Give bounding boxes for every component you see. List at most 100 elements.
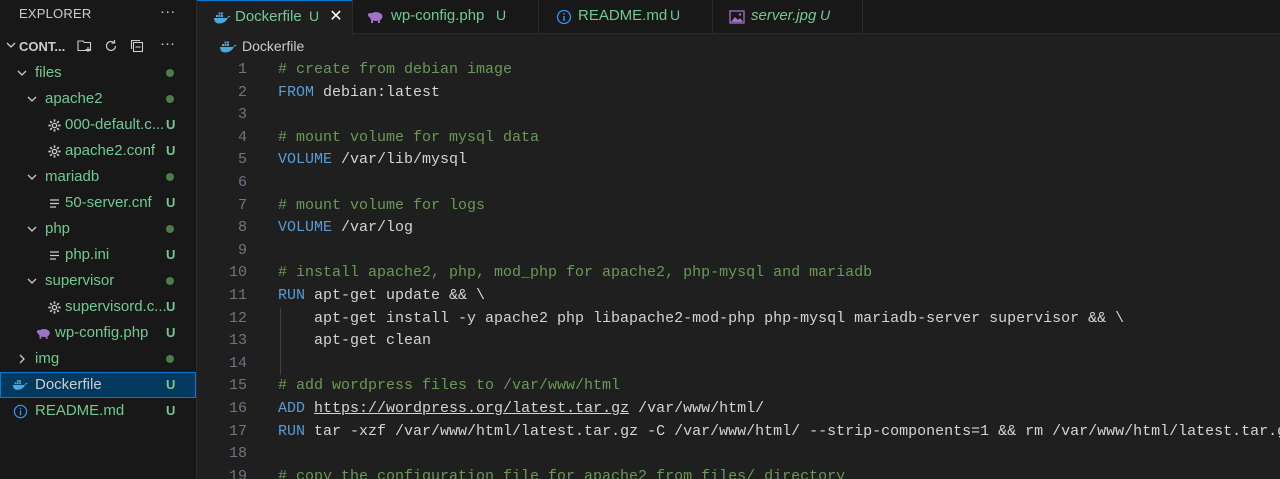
image-icon bbox=[728, 8, 746, 26]
code-text: # mount volume for mysql data bbox=[278, 129, 539, 146]
tab-status-badge: U bbox=[496, 7, 507, 23]
line-number: 16 bbox=[228, 400, 247, 417]
code-line[interactable]: 3 bbox=[197, 104, 1280, 127]
code-comment: # mount volume for mysql data bbox=[278, 128, 540, 146]
code-text: VOLUME /var/lib/mysql bbox=[278, 151, 467, 168]
breadcrumb-file[interactable]: Dockerfile bbox=[242, 38, 304, 54]
untracked-badge: U bbox=[166, 325, 176, 340]
tree-item-label: supervisor bbox=[45, 272, 115, 289]
untracked-badge: U bbox=[166, 403, 176, 418]
section-more-icon[interactable]: ··· bbox=[160, 35, 175, 52]
tab-wp-config[interactable]: wp-config.php U bbox=[353, 0, 539, 34]
code-line[interactable]: 12 apt-get install -y apache2 php libapa… bbox=[197, 308, 1280, 331]
workspace-title: CONT... bbox=[19, 39, 66, 54]
tree-item[interactable]: apache2 bbox=[0, 86, 196, 112]
line-number: 7 bbox=[237, 196, 247, 214]
line-number: 1 bbox=[237, 61, 247, 78]
code-line[interactable]: 18 bbox=[197, 443, 1280, 466]
code-text: RUN tar -xzf /var/www/html/latest.tar.gz… bbox=[278, 423, 1280, 440]
breadcrumb: Dockerfile bbox=[197, 35, 1280, 59]
code-text: ADD https://wordpress.org/latest.tar.gz … bbox=[278, 400, 764, 417]
tree-item[interactable]: wp-config.php U bbox=[0, 320, 196, 346]
code-line[interactable]: 16 ADD https://wordpress.org/latest.tar.g… bbox=[197, 398, 1280, 421]
code-token: apt-get clean bbox=[278, 332, 432, 350]
code-keyword: FROM bbox=[278, 83, 315, 101]
untracked-badge: U bbox=[166, 143, 176, 158]
code-token: apt-get install -y apache2 php libapache… bbox=[278, 309, 1125, 327]
tree-item[interactable]: README.md U bbox=[0, 398, 196, 424]
code-line[interactable]: 5 VOLUME /var/lib/mysql bbox=[197, 149, 1280, 172]
change-indicator-dot bbox=[166, 95, 174, 103]
change-indicator-dot bbox=[166, 225, 174, 233]
code-line[interactable]: 8 VOLUME /var/log bbox=[197, 217, 1280, 240]
code-text: # install apache2, php, mod_php for apac… bbox=[278, 264, 872, 281]
refresh-icon[interactable] bbox=[101, 37, 120, 55]
php-icon bbox=[367, 8, 385, 26]
code-line[interactable]: 9 bbox=[197, 240, 1280, 263]
code-line[interactable]: 11 RUN apt-get update && \ bbox=[197, 285, 1280, 308]
tree-item[interactable]: 000-default.c... U bbox=[0, 112, 196, 138]
close-icon[interactable]: ✕ bbox=[327, 7, 345, 25]
tree-item[interactable]: Dockerfile U bbox=[0, 372, 196, 398]
code-line[interactable]: 7 # mount volume for logs bbox=[197, 195, 1280, 218]
tab-status-badge: U bbox=[820, 7, 831, 23]
code-line[interactable]: 6 bbox=[197, 172, 1280, 195]
code-line[interactable]: 1 # create from debian image bbox=[197, 59, 1280, 82]
code-keyword: VOLUME bbox=[278, 219, 333, 237]
code-text: RUN apt-get update && \ bbox=[278, 287, 485, 304]
tab-readme[interactable]: README.md U bbox=[539, 0, 713, 34]
tree-item-label: README.md bbox=[35, 402, 125, 419]
code-text: # create from debian image bbox=[278, 61, 512, 78]
text-file-icon bbox=[46, 247, 62, 263]
tree-item[interactable]: files bbox=[0, 60, 196, 86]
new-file-icon[interactable] bbox=[75, 37, 94, 55]
tree-item[interactable]: apache2.conf U bbox=[0, 138, 196, 164]
collapse-all-icon[interactable] bbox=[127, 37, 146, 55]
code-line[interactable]: 14 bbox=[197, 353, 1280, 376]
change-indicator-dot bbox=[166, 69, 174, 77]
code-line[interactable]: 17 RUN tar -xzf /var/www/html/latest.tar.… bbox=[197, 421, 1280, 444]
line-number: 11 bbox=[228, 287, 247, 304]
line-number: 3 bbox=[237, 106, 247, 124]
editor-tabs: Dockerfile U ✕ wp-config.php U README.md… bbox=[197, 0, 1280, 35]
code-line[interactable]: 13 apt-get clean bbox=[197, 330, 1280, 353]
code-line[interactable]: 10 # install apache2, php, mod_php for ap… bbox=[197, 262, 1280, 285]
code-link[interactable]: https://wordpress.org/latest.tar.gz bbox=[314, 400, 629, 417]
more-actions-icon[interactable]: ··· bbox=[160, 3, 176, 20]
code-line[interactable]: 2 FROM debian:latest bbox=[197, 82, 1280, 105]
code-keyword: VOLUME bbox=[278, 151, 333, 169]
tree-item[interactable]: php.ini U bbox=[0, 242, 196, 268]
tab-server-jpg[interactable]: server.jpg U bbox=[713, 0, 863, 34]
code-line[interactable]: 19 # copy the configuration file for apac… bbox=[197, 466, 1280, 479]
code-line[interactable]: 15 # add wordpress files to /var/www/html bbox=[197, 375, 1280, 398]
line-number: 5 bbox=[237, 151, 247, 169]
tab-label: server.jpg bbox=[751, 7, 817, 24]
change-indicator-dot bbox=[166, 355, 174, 363]
workspace-section-header[interactable]: CONT... ··· bbox=[0, 34, 196, 58]
line-number: 14 bbox=[228, 354, 247, 372]
line-number: 2 bbox=[237, 83, 247, 101]
line-number: 12 bbox=[228, 309, 247, 327]
tree-item[interactable]: mariadb bbox=[0, 164, 196, 190]
tree-item[interactable]: img bbox=[0, 346, 196, 372]
tree-item[interactable]: supervisord.c... U bbox=[0, 294, 196, 320]
code-keyword: RUN bbox=[278, 287, 306, 304]
tree-item[interactable]: php bbox=[0, 216, 196, 242]
untracked-badge: U bbox=[166, 195, 176, 210]
code-text: # add wordpress files to /var/www/html bbox=[278, 377, 620, 394]
tab-dockerfile[interactable]: Dockerfile U ✕ bbox=[197, 0, 353, 35]
tree-item[interactable]: 50-server.cnf U bbox=[0, 190, 196, 216]
docker-icon bbox=[220, 41, 237, 53]
code-editor[interactable]: 1 # create from debian image 2 FROM debian:… bbox=[197, 59, 1280, 479]
file-tree: files apache2 000-default.c... Uapache2.con… bbox=[0, 60, 196, 424]
untracked-badge: U bbox=[166, 117, 176, 132]
tree-item[interactable]: supervisor bbox=[0, 268, 196, 294]
gear-icon bbox=[46, 117, 62, 133]
code-comment: # add wordpress files to /var/www/html bbox=[278, 377, 621, 395]
gear-icon bbox=[46, 299, 62, 315]
chevron-right-icon bbox=[19, 354, 25, 364]
tree-item-label: php.ini bbox=[65, 246, 110, 263]
code-token: /var/www/html/ bbox=[629, 400, 765, 417]
code-line[interactable]: 4 # mount volume for mysql data bbox=[197, 127, 1280, 150]
